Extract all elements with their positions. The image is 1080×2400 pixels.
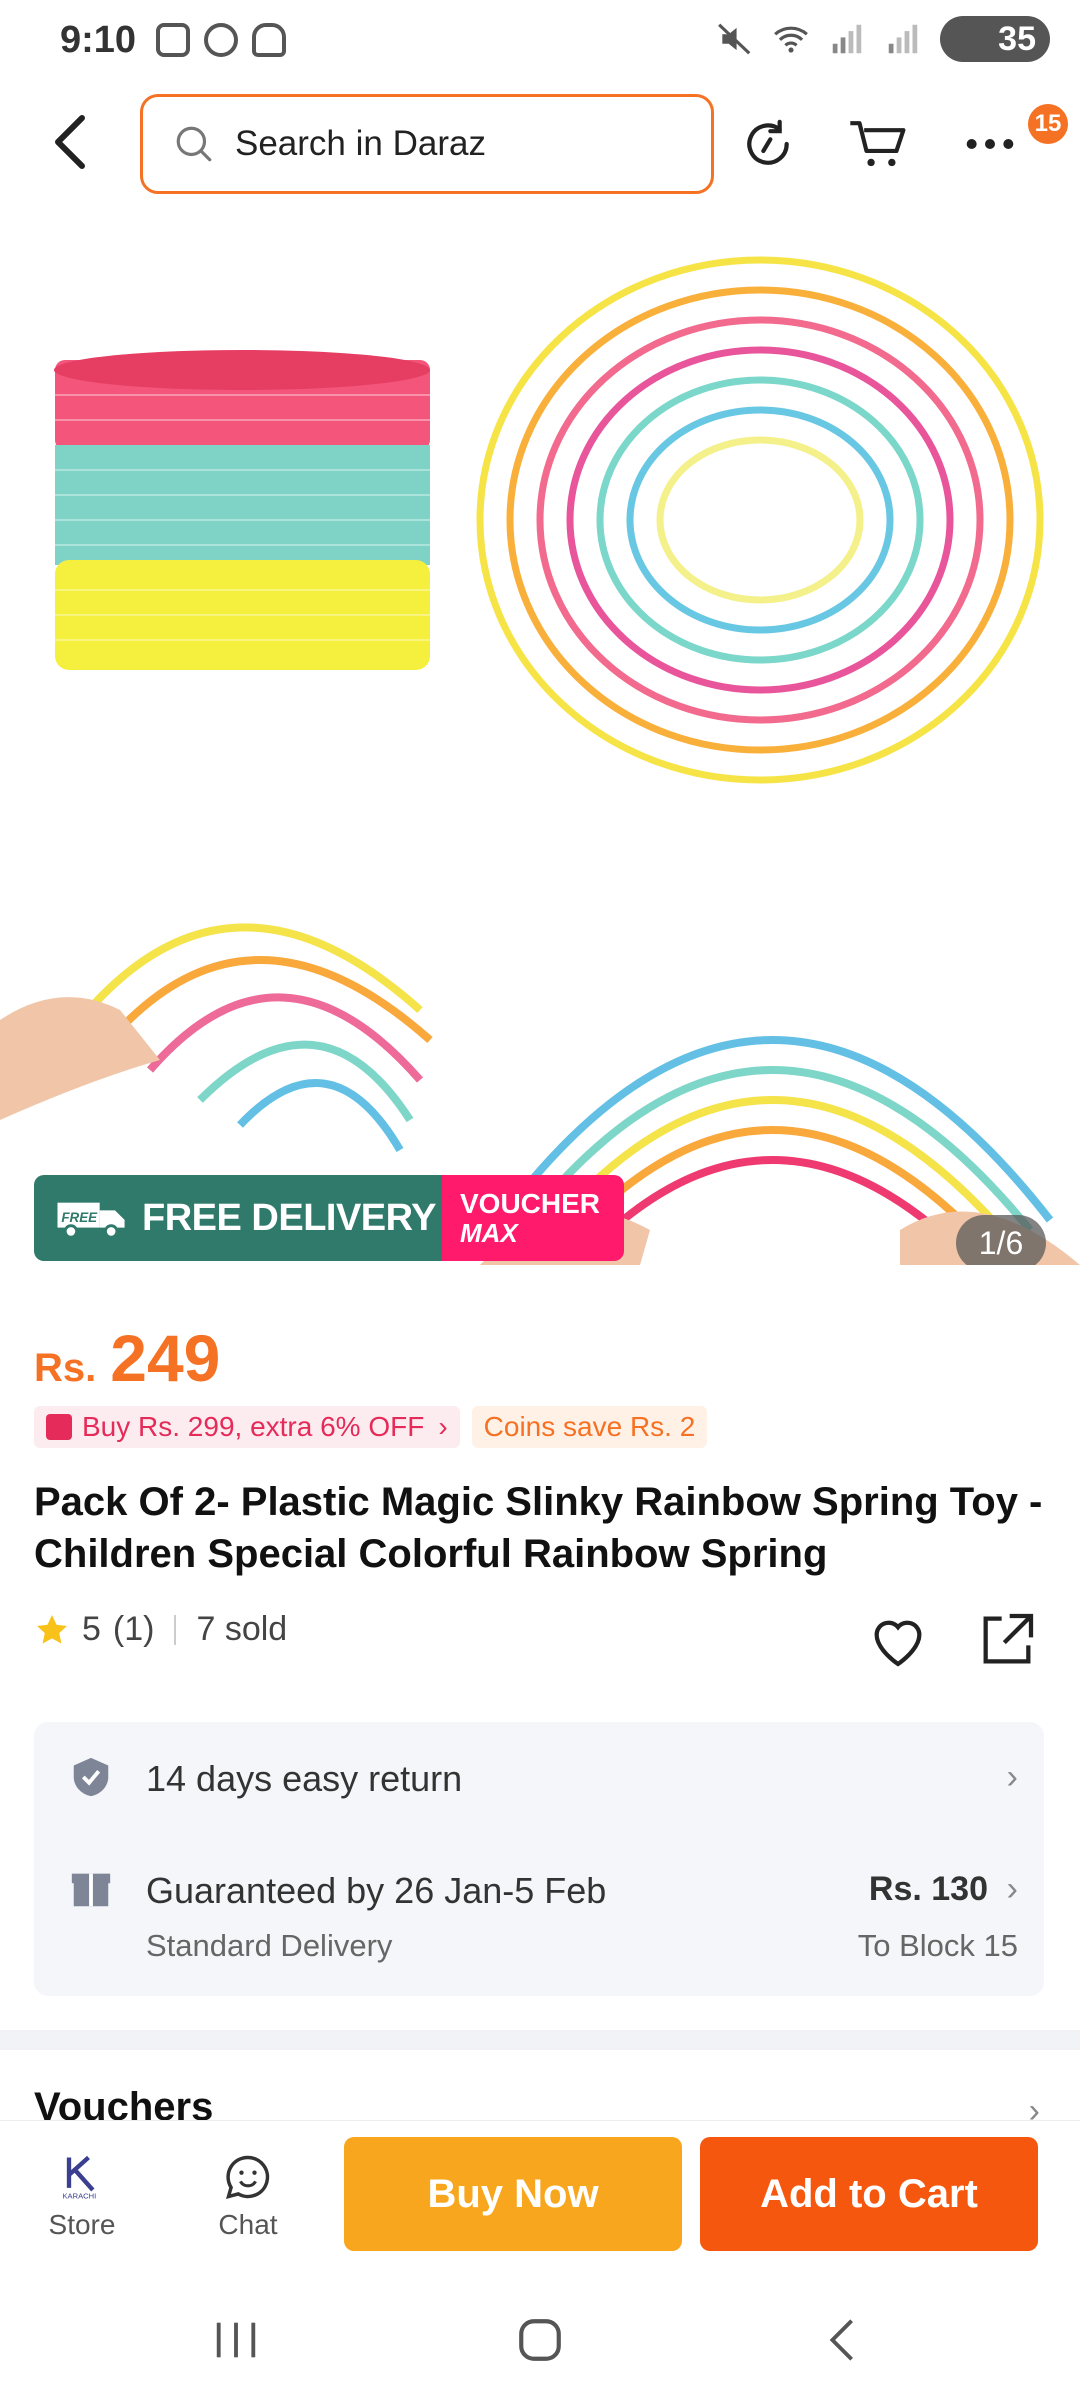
chevron-right-icon: › [1006,1758,1018,1796]
notification-icons [156,23,287,57]
free-delivery-label: FREE DELIVERY [142,1196,437,1239]
delivery-row[interactable]: Guaranteed by 26 Jan-5 Feb Standard Deli… [34,1832,1044,1996]
rating-value: 5 [82,1610,101,1648]
delivery-type: Standard Delivery [146,1928,393,1963]
wifi-icon [774,26,808,53]
battery-indicator: 35 [940,16,1050,62]
delivery-destination: To Block 15 [857,1928,1018,1963]
refresh-button[interactable] [736,112,800,176]
bottom-action-bar: KARACHI Store Chat Buy Now Add to Cart [0,2120,1080,2270]
chat-label: Chat [218,2209,278,2240]
store-label: Store [48,2209,116,2240]
store-logo-icon: KARACHI [63,2155,97,2201]
screenshot-icon [156,23,191,57]
chat-button[interactable]: Chat [188,2141,308,2251]
signal-icon [832,24,862,54]
system-navigation-bar [0,2270,1080,2400]
service-card: 14 days easy return › Guaranteed by 26 J… [34,1722,1044,1996]
snapchat-icon [252,23,287,57]
store-logo-text: KARACHI [63,2192,97,2201]
product-photo [0,256,1080,1265]
voucher-max-label: MAX [460,1218,518,1248]
back-arrow-icon [55,115,85,169]
system-back-button[interactable] [812,2310,872,2370]
chevron-right-icon: › [1006,1870,1018,1908]
search-input[interactable]: Search in Daraz [140,94,714,194]
search-placeholder: Search in Daraz [235,124,486,163]
delivery-truck-icon: FREE [57,1202,125,1239]
refresh-icon [747,119,789,165]
price-value: 249 [110,1321,221,1395]
top-header: Search in Daraz 15 [0,90,1080,200]
free-delivery-banner: FREE FREE DELIVERY VOUCHER MAX [34,1175,624,1261]
voucher-label: VOUCHER [460,1188,601,1219]
star-icon [37,1614,67,1644]
notification-badge: 15 [1028,104,1068,144]
heart-icon[interactable] [866,1608,930,1672]
rating-count: (1) [112,1610,155,1648]
chevron-right-icon: › [438,1411,448,1442]
status-time: 9:10 [60,18,137,61]
back-button[interactable] [40,112,100,172]
sold-count: 7 sold [196,1610,288,1648]
signal-icon-2 [888,24,918,54]
battery-level: 35 [998,19,1036,58]
back-arrow-icon [829,2319,853,2361]
free-delivery-section: FREE FREE DELIVERY [34,1175,442,1261]
image-page-indicator: 1/6 [956,1215,1046,1265]
delivery-fee: Rs. 130 [868,1870,988,1908]
mute-icon [718,23,751,55]
voucher-icon [46,1414,72,1440]
section-divider [0,2030,1080,2050]
home-icon [519,2319,561,2361]
promo-tags: Buy Rs. 299, extra 6% OFF › Coins save R… [34,1406,708,1448]
guarantee-label: Guaranteed by 26 Jan-5 Feb [146,1870,607,1911]
coins-tag: Coins save Rs. 2 [471,1406,708,1448]
share-icon[interactable] [975,1608,1039,1672]
price-currency: Rs. [34,1346,97,1390]
cart-button[interactable] [846,112,910,176]
return-label: 14 days easy return [146,1758,463,1799]
more-button[interactable] [958,112,1022,176]
free-truck-label: FREE [61,1210,98,1225]
shield-check-icon [73,1757,109,1797]
recent-apps-button[interactable] [206,2310,266,2370]
product-image-gallery[interactable]: FREE FREE DELIVERY VOUCHER MAX 1/6 [0,220,1080,1265]
voucher-max-section: VOUCHER MAX [442,1175,624,1261]
more-icon [966,139,1014,149]
home-button[interactable] [510,2310,570,2370]
package-icon [71,1873,111,1907]
whatsapp-icon [204,23,239,57]
recent-apps-icon [216,2322,256,2358]
buy-offer-tag[interactable]: Buy Rs. 299, extra 6% OFF › [34,1406,460,1448]
buy-offer-text: Buy Rs. 299, extra 6% OFF [82,1411,425,1442]
search-icon [176,126,212,162]
cart-icon [850,121,906,167]
system-status-icons: 35 [716,16,1050,62]
status-bar: 9:10 35 [0,0,1080,80]
chat-icon [225,2155,270,2199]
rating-row[interactable]: 5 (1) 7 sold [34,1610,287,1649]
store-button[interactable]: KARACHI Store [22,2141,142,2251]
product-title: Pack Of 2- Plastic Magic Slinky Rainbow … [34,1480,1043,1576]
price: Rs. 249 [34,1320,220,1396]
buy-now-button[interactable]: Buy Now [344,2137,682,2251]
return-policy-row[interactable]: 14 days easy return › [34,1722,1044,1832]
divider [174,1614,177,1645]
add-to-cart-button[interactable]: Add to Cart [700,2137,1038,2251]
